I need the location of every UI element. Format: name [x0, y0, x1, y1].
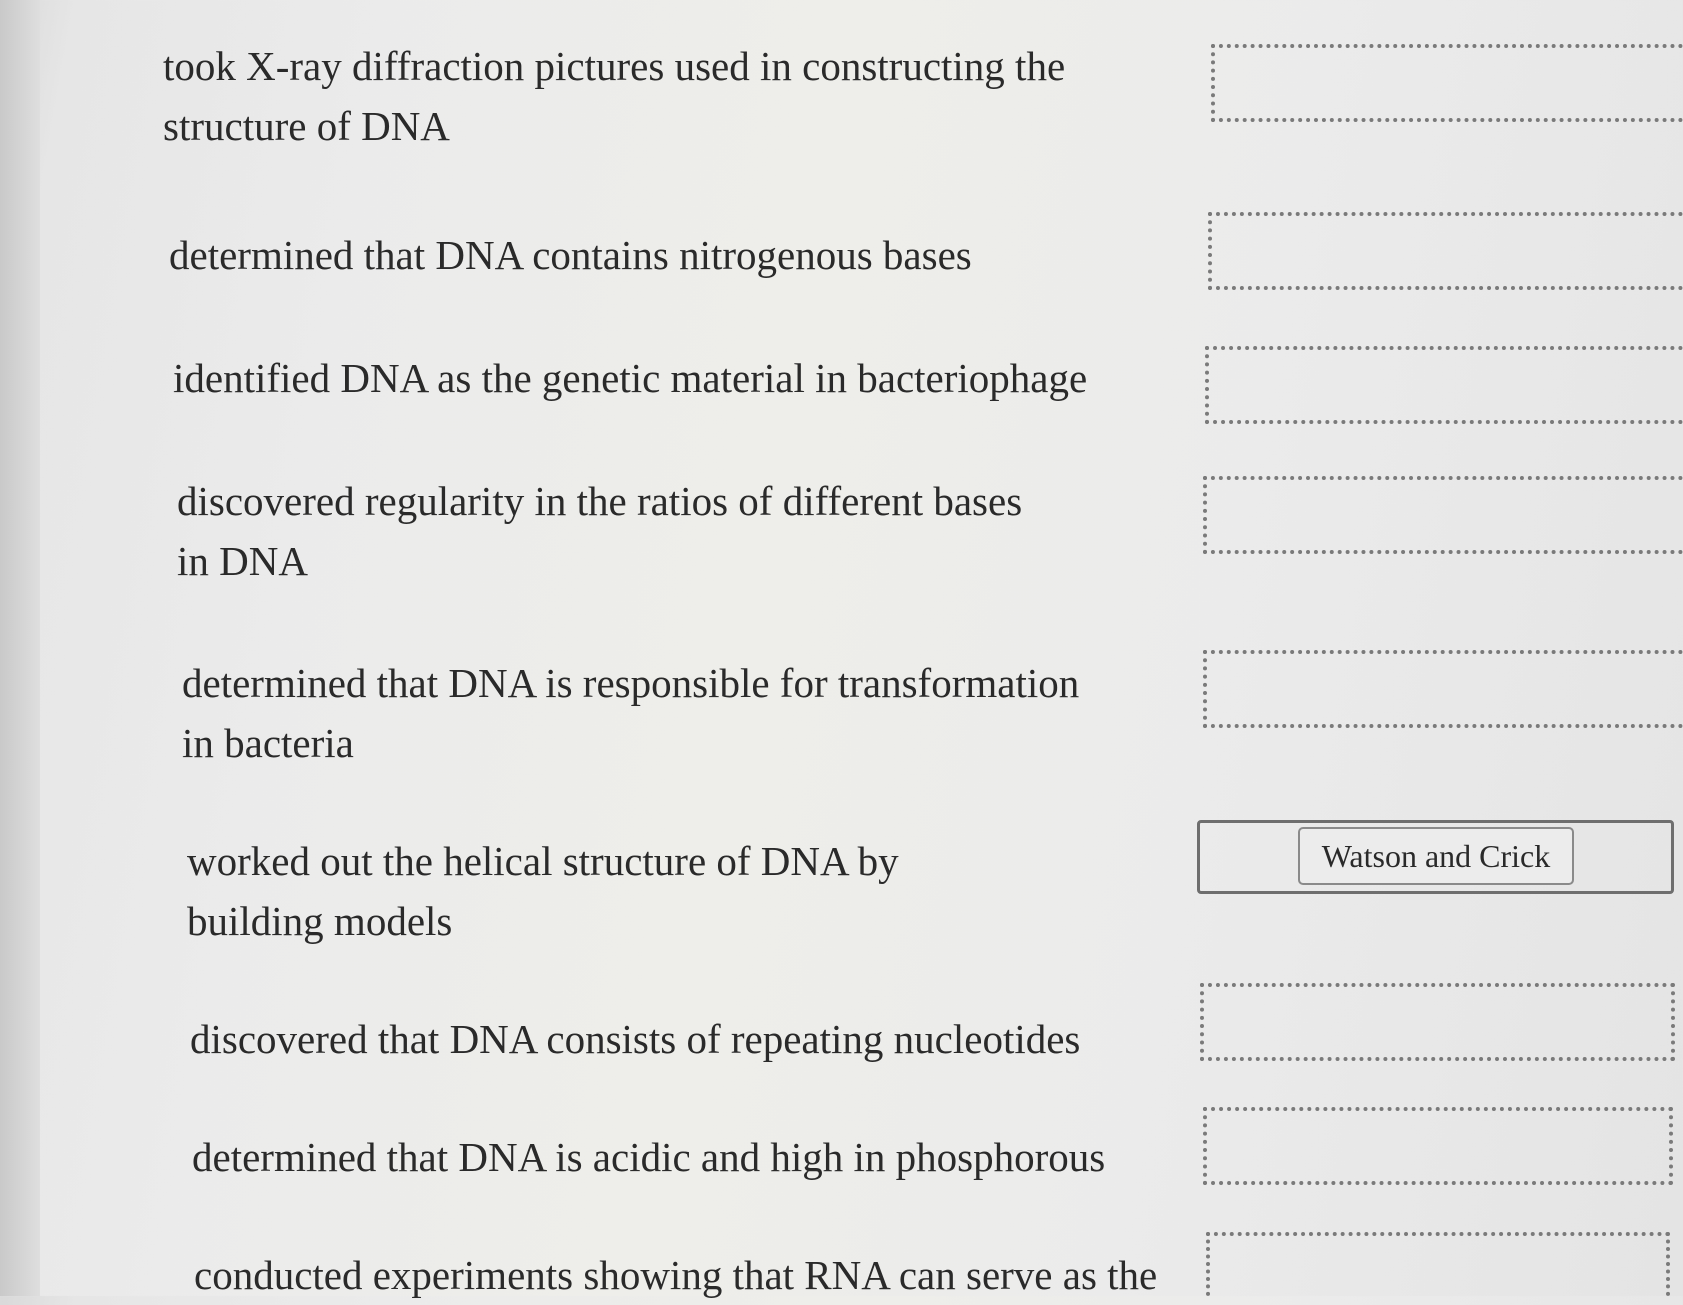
item-6-line-2: building models	[187, 898, 453, 944]
item-5-description: determined that DNA is responsible for t…	[182, 653, 1079, 773]
item-1-line-2: structure of DNA	[163, 103, 450, 149]
item-6-description: worked out the helical structure of DNA …	[187, 831, 899, 951]
item-5-drop-zone[interactable]	[1203, 650, 1683, 728]
item-9-line-1: conducted experiments showing that RNA c…	[194, 1252, 1158, 1298]
item-7-line-1: discovered that DNA consists of repeatin…	[190, 1016, 1081, 1062]
item-6-line-1: worked out the helical structure of DNA …	[187, 838, 899, 884]
item-9-drop-zone[interactable]	[1206, 1232, 1670, 1296]
page-left-edge	[0, 0, 40, 1296]
item-6-drop-zone[interactable]: Watson and Crick	[1197, 820, 1674, 894]
item-8-line-1: determined that DNA is acidic and high i…	[192, 1134, 1106, 1180]
item-5-line-2: in bacteria	[182, 720, 354, 766]
item-2-description: determined that DNA contains nitrogenous…	[169, 225, 972, 285]
item-2-line-1: determined that DNA contains nitrogenous…	[169, 232, 972, 278]
answer-chip-watson-and-crick[interactable]: Watson and Crick	[1298, 827, 1574, 885]
item-7-description: discovered that DNA consists of repeatin…	[190, 1009, 1080, 1069]
item-8-drop-zone[interactable]	[1203, 1107, 1673, 1185]
item-1-drop-zone[interactable]	[1211, 44, 1683, 122]
item-4-description: discovered regularity in the ratios of d…	[177, 471, 1022, 591]
item-7-drop-zone[interactable]	[1200, 983, 1675, 1061]
item-3-line-1: identified DNA as the genetic material i…	[173, 355, 1088, 401]
item-5-line-1: determined that DNA is responsible for t…	[182, 660, 1080, 706]
item-3-description: identified DNA as the genetic material i…	[173, 348, 1087, 408]
item-4-line-2: in DNA	[177, 538, 308, 584]
item-3-drop-zone[interactable]	[1205, 346, 1683, 424]
item-1-line-1: took X-ray diffraction pictures used in …	[163, 43, 1066, 89]
item-2-drop-zone[interactable]	[1208, 212, 1683, 290]
item-4-drop-zone[interactable]	[1203, 476, 1683, 554]
item-9-description: conducted experiments showing that RNA c…	[194, 1245, 1157, 1305]
item-4-line-1: discovered regularity in the ratios of d…	[177, 478, 1023, 524]
item-1-description: took X-ray diffraction pictures used in …	[163, 36, 1065, 156]
item-8-description: determined that DNA is acidic and high i…	[192, 1127, 1105, 1187]
